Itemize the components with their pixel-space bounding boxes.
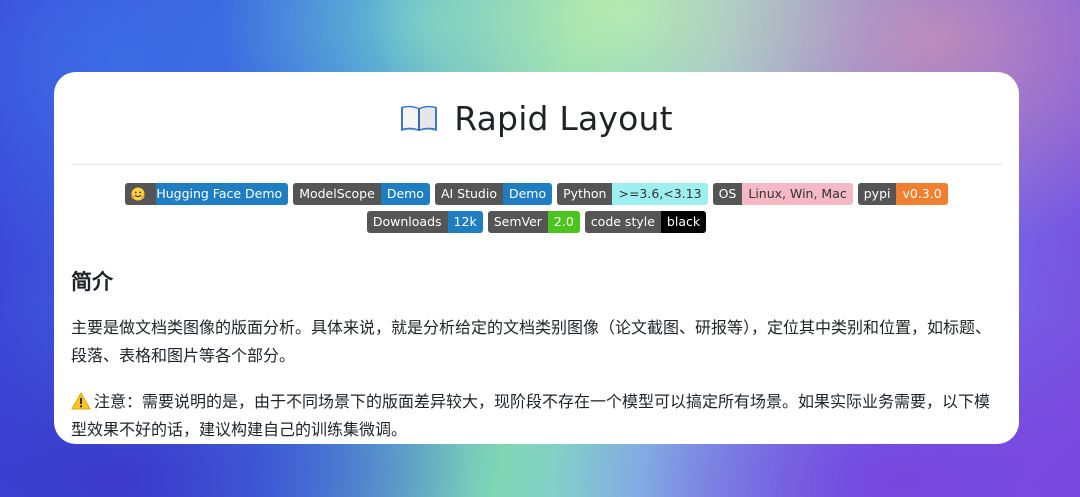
warning-icon — [71, 392, 91, 410]
title-row: Rapid Layout — [71, 72, 1002, 165]
open-book-icon — [401, 105, 438, 131]
intro-paragraph: 主要是做文档类图像的版面分析。具体来说，就是分析给定的文档类别图像（论文截图、研… — [71, 318, 992, 365]
badge-ai-studio-demo[interactable]: AI Studio Demo — [434, 183, 553, 205]
badge-downloads[interactable]: Downloads 12k — [366, 211, 483, 233]
readme-card: Rapid Layout Hugging Face Demo ModelScop… — [54, 72, 1019, 444]
badge-label: ModelScope — [293, 183, 381, 205]
hugging-face-icon — [131, 187, 145, 201]
badge-label: AI Studio — [434, 183, 503, 205]
badge-modelscope-demo[interactable]: ModelScope Demo — [293, 183, 430, 205]
page-title: Rapid Layout — [454, 98, 673, 138]
badge-code-style[interactable]: code style black — [584, 211, 707, 233]
badge-value: 12k — [447, 211, 483, 233]
badge-value: black — [660, 211, 707, 233]
badge-label: OS — [712, 183, 743, 205]
badge-value: v0.3.0 — [896, 183, 948, 205]
badge-value: Demo — [380, 183, 430, 205]
badge-label: Downloads — [366, 211, 448, 233]
badge-hugging-face-demo[interactable]: Hugging Face Demo — [125, 183, 289, 205]
badge-label: code style — [584, 211, 661, 233]
badge-semver[interactable]: SemVer 2.0 — [487, 211, 580, 233]
badge-label: SemVer — [487, 211, 548, 233]
badge-label: pypi — [857, 183, 897, 205]
badge-row: Hugging Face Demo ModelScope Demo AI Stu… — [71, 183, 1002, 233]
badge-label: Python — [557, 183, 613, 205]
section-heading: 简介 — [71, 270, 113, 294]
badge-label: Hugging Face Demo — [156, 183, 289, 205]
warning-paragraph: 注意：需要说明的是，由于不同场景下的版面差异较大，现阶段不存在一个模型可以搞定所… — [71, 388, 1002, 444]
badge-value: >=3.6,<3.13 — [612, 183, 708, 205]
badge-os[interactable]: OS Linux, Win, Mac — [712, 183, 853, 205]
warning-text: 注意：需要说明的是，由于不同场景下的版面差异较大，现阶段不存在一个模型可以搞定所… — [71, 392, 991, 439]
badge-value: 2.0 — [547, 211, 580, 233]
badge-value: Linux, Win, Mac — [742, 183, 853, 205]
badge-pypi[interactable]: pypi v0.3.0 — [857, 183, 948, 205]
badge-python-version[interactable]: Python >=3.6,<3.13 — [557, 183, 708, 205]
badge-value: Demo — [502, 183, 553, 205]
